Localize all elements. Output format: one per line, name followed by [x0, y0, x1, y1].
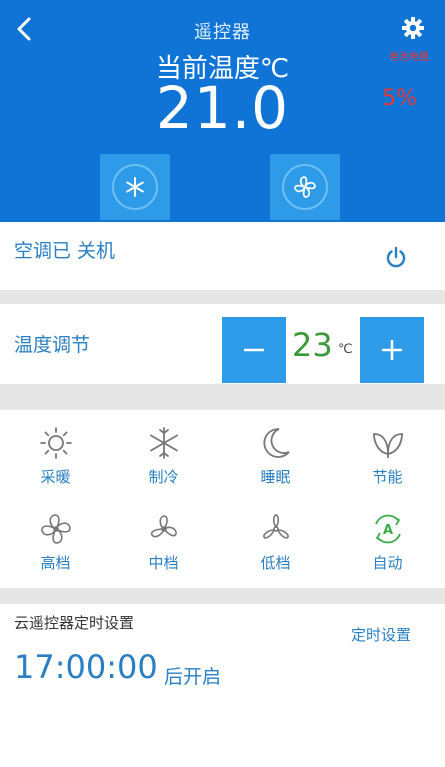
power-status-label: 空调已 关机 [14, 240, 116, 262]
gear-icon[interactable] [401, 16, 425, 40]
timer-section: 云遥控器定时设置 定时设置 17:00:00 后开启 [0, 604, 445, 767]
mode-eco-button[interactable]: 节能 [332, 416, 443, 504]
fan-medium-icon [150, 515, 177, 538]
increase-temp-button[interactable] [360, 317, 424, 383]
set-temperature-unit: ℃ [338, 342, 353, 357]
svg-text:A: A [382, 523, 392, 538]
mode-cool-button[interactable]: 制冷 [108, 416, 219, 504]
temperature-row: 温度调节 23 ℃ [0, 304, 445, 384]
mode-cool-label: 制冷 [148, 468, 179, 486]
decrease-temp-button[interactable] [222, 317, 286, 383]
page-title: 遥控器 [194, 22, 251, 43]
mode-sleep-button[interactable]: 睡眠 [220, 416, 331, 504]
set-temperature-value: 23 [292, 326, 333, 364]
fan-medium-label: 中档 [148, 554, 179, 572]
temperature-label: 温度调节 [14, 334, 91, 356]
snowflake-icon [149, 427, 178, 459]
fan-high-button[interactable]: 高档 [0, 502, 111, 590]
header: 遥控器 电池电量 5% 当前温度℃ 21.0 [0, 0, 445, 222]
mode-sleep-label: 睡眠 [260, 468, 291, 486]
fan-low-label: 低档 [260, 554, 291, 572]
timer-time: 17:00:00 [14, 648, 158, 686]
auto-icon: A [374, 514, 401, 544]
sun-icon [39, 427, 72, 459]
minus-icon [244, 348, 264, 352]
timer-settings-link[interactable]: 定时设置 [351, 624, 411, 645]
mode-eco-label: 节能 [372, 468, 403, 486]
current-temp-value: 21.0 [155, 74, 290, 142]
divider [0, 588, 445, 604]
fan-auto-label: 自动 [372, 554, 403, 572]
cool-mode-button[interactable] [100, 154, 170, 220]
fan-mode-button[interactable] [270, 154, 340, 220]
mode-grid: 采暖 制冷 睡眠 节能 高档 中档 低档 A 自动 [0, 410, 445, 588]
plus-icon [382, 340, 402, 360]
fan-low-icon [262, 514, 289, 539]
mode-heat-label: 采暖 [40, 468, 71, 486]
fan-high-label: 高档 [40, 554, 71, 572]
timer-suffix: 后开启 [164, 666, 222, 688]
divider [0, 290, 445, 304]
timer-label: 云遥控器定时设置 [14, 614, 135, 632]
leaf-icon [372, 433, 403, 458]
mode-heat-button[interactable]: 采暖 [0, 416, 111, 504]
fan-medium-button[interactable]: 中档 [108, 502, 219, 590]
fan-icon [294, 176, 316, 198]
divider [0, 384, 445, 410]
fan-low-button[interactable]: 低档 [220, 502, 331, 590]
power-row: 空调已 关机 [0, 222, 445, 290]
fan-high-icon [40, 514, 71, 544]
fan-auto-button[interactable]: A 自动 [332, 502, 443, 590]
snowflake-icon [126, 177, 144, 197]
power-icon[interactable] [385, 246, 407, 268]
moon-icon [262, 428, 290, 458]
